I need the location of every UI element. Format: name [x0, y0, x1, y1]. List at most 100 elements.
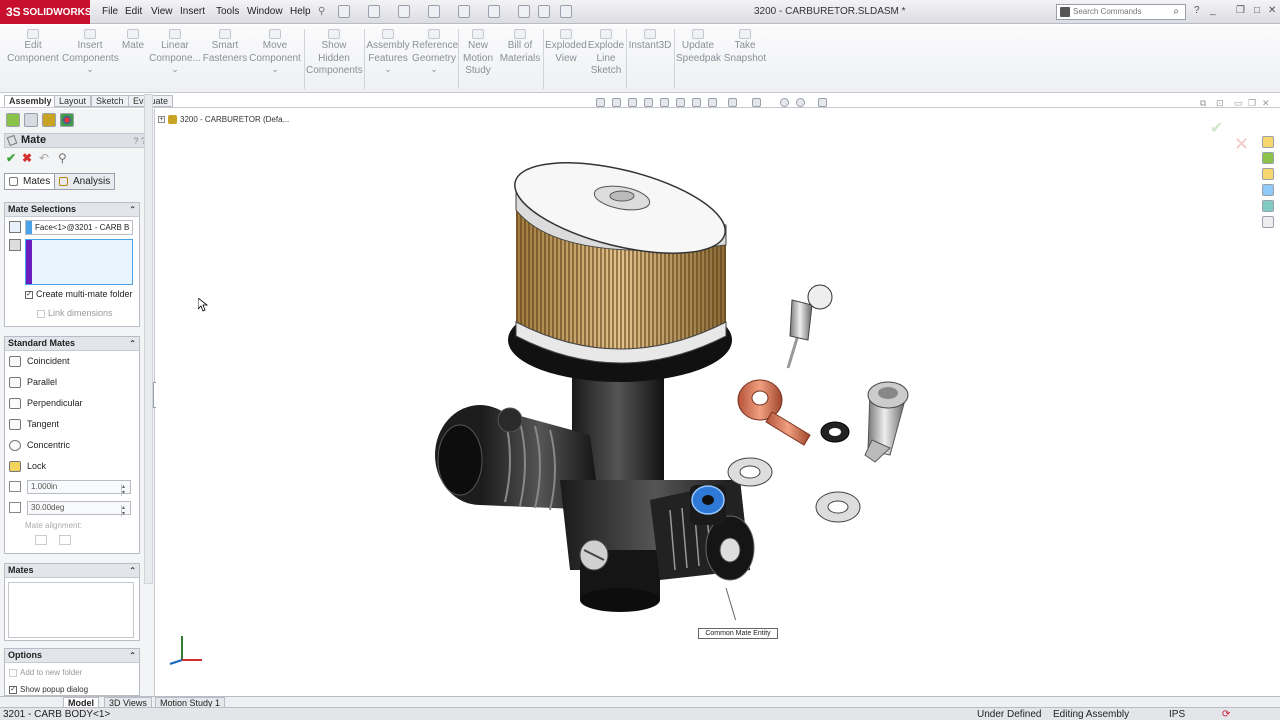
perpendicular-mate[interactable]: Perpendicular	[5, 393, 139, 414]
take-snapshot-button[interactable]: Take Snapshot	[722, 29, 768, 65]
realview-icon[interactable]	[796, 98, 805, 107]
collapse-icon[interactable]: ⌃	[129, 649, 136, 662]
second-selection-box[interactable]	[25, 239, 133, 285]
update-speedpak-button[interactable]: Update Speedpak	[676, 29, 721, 65]
reference-geometry-button[interactable]: Reference Geometry ⌄	[412, 29, 458, 74]
tangent-mate[interactable]: Tangent	[5, 414, 139, 435]
view-palette-icon[interactable]	[1262, 184, 1274, 196]
maximize-icon[interactable]: □	[1254, 5, 1260, 16]
view-orientation-icon[interactable]	[676, 98, 685, 107]
display-manager-icon[interactable]	[60, 113, 74, 127]
save-icon[interactable]	[398, 5, 410, 18]
apply-scene-icon[interactable]	[752, 98, 761, 107]
viewport-close-icon[interactable]: ✕	[1262, 98, 1270, 109]
angle-input[interactable]: 30.00deg ▴ ▾	[27, 501, 131, 517]
viewport-maximize-icon[interactable]: ❐	[1248, 98, 1256, 109]
display-style-icon[interactable]	[692, 98, 701, 107]
spin-arrows-icon[interactable]: ▴ ▾	[121, 484, 128, 496]
confirmation-cancel-icon[interactable]: ✕	[1234, 134, 1249, 155]
cancel-button[interactable]: ✖	[22, 152, 32, 164]
monitor-icon[interactable]	[818, 98, 827, 107]
appearances-icon[interactable]	[1262, 200, 1274, 212]
distance-input[interactable]: 1.000in ▴ ▾	[27, 480, 131, 496]
tab-assembly[interactable]: Assembly	[4, 95, 57, 107]
menu-help[interactable]: Help	[290, 6, 311, 17]
exploded-view-button[interactable]: Exploded View	[545, 29, 587, 65]
entities-to-mate-list[interactable]: Face<1>@3201 - CARB B	[25, 220, 133, 235]
viewport-minimize-icon[interactable]: ▭	[1234, 98, 1243, 109]
zoom-to-area-icon[interactable]	[612, 98, 621, 107]
anti-aligned-icon[interactable]	[59, 535, 71, 545]
file-explorer-icon[interactable]	[1262, 168, 1274, 180]
lock-mate[interactable]: Lock	[5, 456, 139, 477]
parallel-mate[interactable]: Parallel	[5, 372, 139, 393]
file-properties-icon[interactable]	[538, 5, 550, 18]
section-header[interactable]: Mates ⌃	[5, 564, 139, 578]
smart-fasteners-button[interactable]: Smart Fasteners	[202, 29, 248, 65]
solidworks-logo[interactable]: 3S SOLIDWORKS	[0, 0, 92, 24]
view-settings-icon[interactable]	[780, 98, 789, 107]
menu-view[interactable]: View	[151, 6, 173, 17]
chevron-down-icon[interactable]: ⌄	[366, 65, 410, 74]
minimize-icon[interactable]: _	[1210, 5, 1216, 16]
home-icon[interactable]	[1262, 136, 1274, 148]
unit-system-status[interactable]: IPS	[1169, 708, 1185, 721]
close-icon[interactable]: ✕	[1268, 5, 1276, 16]
explode-line-sketch-button[interactable]: Explode Line Sketch	[587, 29, 625, 78]
show-hidden-components-button[interactable]: Show Hidden Components	[306, 29, 363, 78]
ok-button[interactable]: ✔	[6, 152, 16, 164]
menu-edit[interactable]: Edit	[125, 6, 142, 17]
chevron-down-icon[interactable]: ⌄	[248, 65, 302, 74]
undo-icon[interactable]: ↶	[39, 152, 49, 164]
pin-menu-icon[interactable]: ⚲	[318, 6, 325, 17]
flyout-feature-tree[interactable]: +3200 - CARBURETOR (Defa...	[158, 115, 289, 125]
insert-components-button[interactable]: Insert Components ⌄	[62, 29, 119, 74]
show-popup-dialog-checkbox[interactable]: ✓ Show popup dialog	[9, 685, 88, 694]
chevron-down-icon[interactable]: ⌄	[148, 65, 202, 74]
restore-icon[interactable]: ❐	[1236, 5, 1245, 16]
edit-component-button[interactable]: Edit Component	[6, 29, 60, 65]
options-icon[interactable]	[560, 5, 572, 18]
select-icon[interactable]	[488, 5, 500, 18]
aligned-icon[interactable]	[35, 535, 47, 545]
section-header[interactable]: Mate Selections ⌃	[5, 203, 139, 217]
edit-appearance-icon[interactable]	[728, 98, 737, 107]
menu-tools[interactable]: Tools	[216, 6, 239, 17]
search-scope-icon[interactable]	[1060, 7, 1070, 17]
dynamic-annotation-icon[interactable]	[660, 98, 669, 107]
rebuild-icon[interactable]	[518, 5, 530, 18]
collapse-icon[interactable]: ⌃	[129, 337, 136, 350]
feature-manager-icon[interactable]	[6, 113, 20, 127]
chevron-down-icon[interactable]: ⌄	[62, 65, 118, 74]
linear-pattern-button[interactable]: Linear Compone... ⌄	[148, 29, 202, 74]
coincident-mate[interactable]: Coincident	[5, 351, 139, 372]
spin-arrows-icon[interactable]: ▴ ▾	[121, 505, 128, 517]
section-header[interactable]: Options ⌃	[5, 649, 139, 663]
tab-sketch[interactable]: Sketch	[91, 95, 129, 107]
tab-mates[interactable]: Mates	[4, 173, 56, 190]
section-header[interactable]: Standard Mates ⌃	[5, 337, 139, 351]
open-document-icon[interactable]	[368, 5, 380, 18]
design-library-icon[interactable]	[1262, 152, 1274, 164]
search-icon[interactable]: ⌕	[1173, 6, 1179, 17]
add-to-new-folder-checkbox[interactable]: Add to new folder	[9, 668, 82, 677]
new-motion-study-button[interactable]: New Motion Study	[460, 29, 496, 78]
confirmation-ok-icon[interactable]: ✔	[1210, 118, 1223, 138]
chevron-down-icon[interactable]: ⌄	[412, 65, 456, 74]
common-mate-entity-callout[interactable]: Common Mate Entity	[698, 628, 778, 639]
assembly-features-button[interactable]: Assembly Features ⌄	[366, 29, 410, 74]
new-document-icon[interactable]	[338, 5, 350, 18]
menu-insert[interactable]: Insert	[180, 6, 205, 17]
print-icon[interactable]	[428, 5, 440, 18]
mate-button[interactable]: Mate	[120, 29, 146, 53]
search-commands-input[interactable]: Search Commands ⌕	[1056, 4, 1186, 20]
bill-of-materials-button[interactable]: Bill of Materials	[498, 29, 542, 65]
property-manager-icon[interactable]	[24, 113, 38, 127]
menu-window[interactable]: Window	[247, 6, 283, 17]
section-view-icon[interactable]	[644, 98, 653, 107]
instant3d-button[interactable]: Instant3D	[628, 29, 672, 53]
move-component-button[interactable]: Move Component ⌄	[248, 29, 302, 74]
custom-properties-icon[interactable]	[1262, 216, 1274, 228]
previous-view-icon[interactable]	[628, 98, 637, 107]
collapse-icon[interactable]: ⌃	[129, 564, 136, 577]
